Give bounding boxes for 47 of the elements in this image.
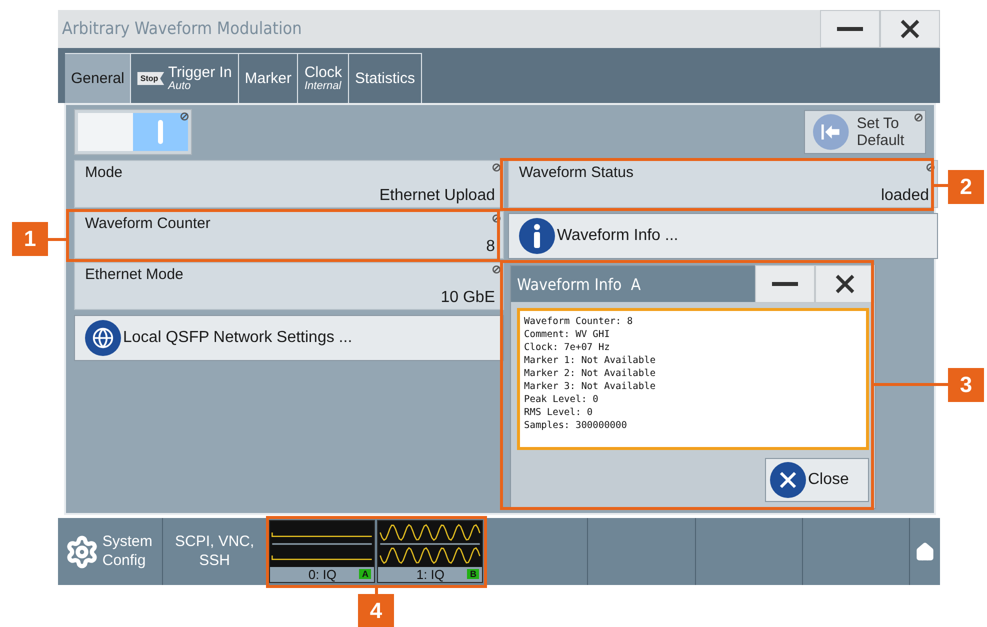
field-label: Mode <box>85 164 123 181</box>
field-label: Waveform Status <box>519 164 634 181</box>
state-toggle[interactable] <box>74 109 192 155</box>
callout-number: 1 <box>12 222 48 256</box>
close-button[interactable] <box>815 265 875 303</box>
set-to-default-button[interactable]: Set To Default <box>804 110 926 154</box>
parameter-field[interactable]: Waveform Counter 8 <box>74 211 504 259</box>
tab[interactable]: Marker <box>238 53 298 103</box>
info-text-area: Waveform Counter: 8 Comment: WV GHI Clock: 7e+07 Hz Marker 1: Not Available Marker 2: Not Available Marker 3: Not Available Peak Level: 0 RMS Level: 0 Samples: 300000000 <box>517 308 869 450</box>
minimize-icon <box>837 27 863 31</box>
minimize-button[interactable] <box>820 10 880 48</box>
minimize-icon <box>772 282 798 286</box>
dialog-button[interactable]: Local QSFP Network Settings ... <box>74 315 504 361</box>
field-value: Ethernet Upload <box>379 187 495 205</box>
close-dialog-button[interactable]: Close <box>765 458 869 502</box>
callout-number: 4 <box>358 594 394 627</box>
home-icon <box>915 542 936 562</box>
field-value: loaded <box>880 187 929 205</box>
tab[interactable]: Stop Trigger In Auto <box>131 53 239 103</box>
field-value: 10 GbE <box>440 289 495 307</box>
close-icon <box>770 462 806 498</box>
field-label: Ethernet Mode <box>85 266 184 283</box>
tab[interactable]: Clock Internal <box>298 53 349 103</box>
parameter-field[interactable]: Waveform Status loaded <box>508 160 938 208</box>
dialog-button[interactable]: Waveform Info ... <box>508 213 938 259</box>
callout-number: 3 <box>948 368 984 402</box>
parameter-field[interactable]: Ethernet Mode 10 GbE <box>74 262 504 310</box>
info-icon <box>519 218 555 254</box>
field-label: Waveform Counter <box>85 215 210 232</box>
baseband-block[interactable]: 0: IQ A <box>269 520 376 583</box>
close-icon <box>835 274 855 294</box>
stop-badge: Stop <box>137 72 164 85</box>
window-title: Arbitrary Waveform Modulation <box>61 19 302 39</box>
dialog-title: Waveform Info A <box>516 274 641 294</box>
baseband-block[interactable]: 1: IQ B <box>377 520 484 583</box>
path-badge: B <box>466 569 480 579</box>
minimize-button[interactable] <box>755 265 815 303</box>
path-badge: A <box>358 569 372 579</box>
close-icon <box>900 19 920 39</box>
gear-icon <box>65 534 100 568</box>
tab[interactable]: Statistics <box>348 53 422 103</box>
field-value: 8 <box>486 238 495 256</box>
parameter-field[interactable]: Mode Ethernet Upload <box>74 160 504 208</box>
tab[interactable]: General <box>65 53 132 103</box>
close-button[interactable] <box>880 10 940 48</box>
callout-number: 2 <box>948 170 984 204</box>
network-settings-icon <box>85 320 121 356</box>
